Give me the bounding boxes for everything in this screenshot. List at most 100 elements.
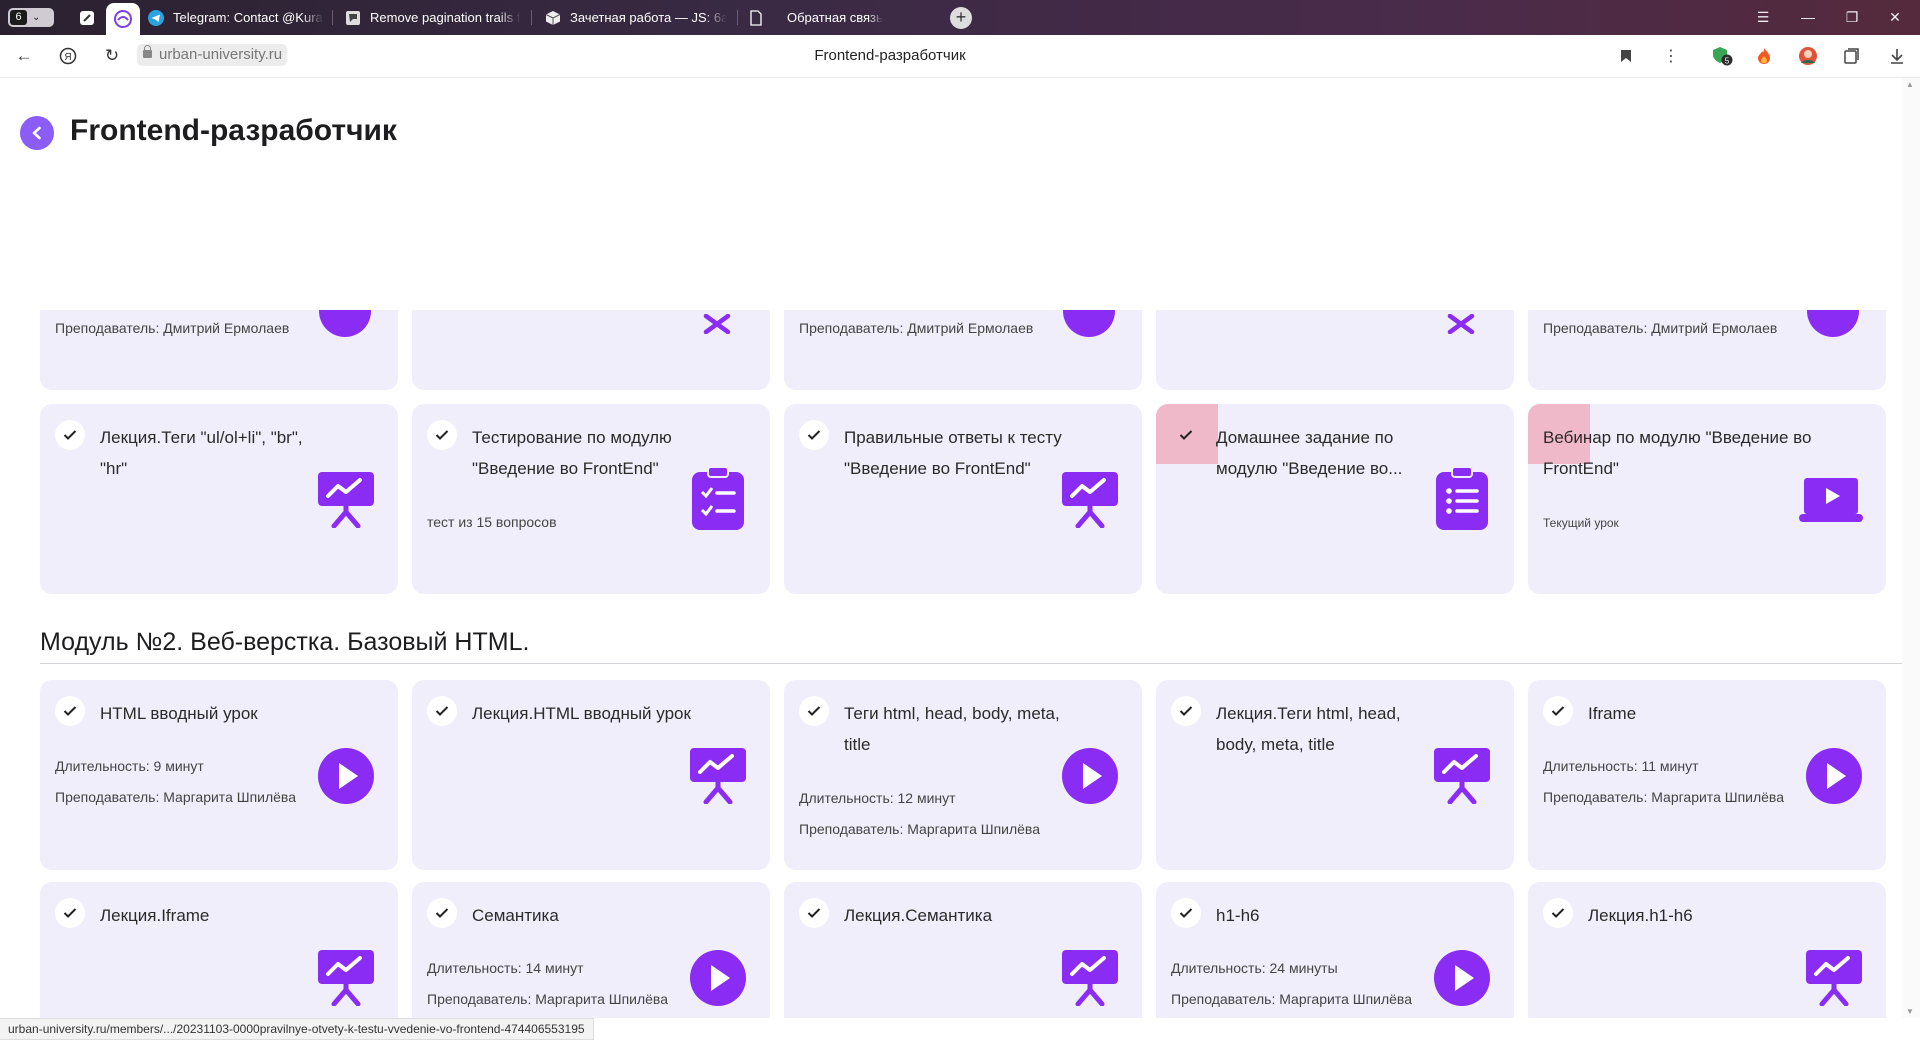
lesson-title[interactable]: Лекция.Теги html, head, body, meta, titl… xyxy=(1216,698,1441,760)
lesson-card[interactable]: Лекция.h1-h6 xyxy=(1528,882,1886,1018)
new-tab-button[interactable]: + xyxy=(950,7,972,29)
lesson-title[interactable]: Лекция.Семантика xyxy=(844,900,1069,931)
lesson-card[interactable]: Домашнее задание по модулю "Введение во.… xyxy=(1156,404,1514,594)
download-icon[interactable] xyxy=(1886,45,1908,67)
tab-remove-pagination[interactable]: Remove pagination trails fr xyxy=(345,6,521,29)
play-icon xyxy=(1806,310,1860,343)
close-icon[interactable]: ✕ xyxy=(1880,6,1910,28)
lesson-card[interactable]: Лекция.Семантика xyxy=(784,882,1142,1018)
lesson-card[interactable]: h1-h6 Длительность: 24 минуты Преподават… xyxy=(1156,882,1514,1018)
completed-check-icon xyxy=(427,898,457,928)
tab-separator xyxy=(737,10,738,25)
tab-zachetnaya-rabota[interactable]: Зачетная работа — JS: 6a xyxy=(545,6,727,29)
lesson-card[interactable]: Теги html, head, body, meta, title Длите… xyxy=(784,680,1142,870)
lesson-card[interactable]: Лекция.Iframe xyxy=(40,882,398,1018)
document-icon xyxy=(748,9,764,26)
play-icon xyxy=(1432,948,1492,1013)
presentation-icon xyxy=(702,313,732,339)
telegram-icon xyxy=(148,9,164,26)
lesson-card[interactable]: HTML вводный урок Длительность: 9 минут … xyxy=(40,680,398,870)
lesson-card[interactable]: Семантика Длительность: 14 минут Препода… xyxy=(412,882,770,1018)
avatar-extension-icon[interactable] xyxy=(1797,45,1819,67)
lesson-title[interactable]: Домашнее задание по модулю "Введение во.… xyxy=(1216,422,1441,484)
lesson-title[interactable]: Правильные ответы к тесту "Введение во F… xyxy=(844,422,1069,484)
lesson-title[interactable]: Iframe xyxy=(1588,698,1813,729)
lesson-title[interactable]: Семантика xyxy=(472,900,697,931)
presentation-icon xyxy=(688,746,748,809)
bookmark-icon[interactable] xyxy=(1615,45,1637,67)
lesson-meta: тест из 15 вопросов xyxy=(427,514,557,530)
more-options-icon[interactable]: ⋮ xyxy=(1660,45,1682,67)
menu-icon[interactable]: ☰ xyxy=(1748,6,1778,28)
shield-extension-icon[interactable]: 5 xyxy=(1711,45,1733,67)
tab-label: Telegram: Contact @Kurat xyxy=(173,10,324,25)
tab-telegram[interactable]: Telegram: Contact @Kurat xyxy=(148,6,324,29)
lesson-card[interactable]: Преподаватель: Дмитрий Ермолаев xyxy=(1528,310,1886,390)
lesson-card[interactable]: Лекция.Теги "ul/ol+li", "br", "hr" xyxy=(40,404,398,594)
lesson-title[interactable]: HTML вводный урок xyxy=(100,698,325,729)
tab-obratnaya-svyaz[interactable]: Обратная связь xyxy=(748,6,928,29)
tab-label: Remove pagination trails fr xyxy=(370,10,521,25)
lesson-title[interactable]: Лекция.Iframe xyxy=(100,900,325,931)
play-icon xyxy=(1062,310,1116,343)
scroll-up-icon[interactable]: ▲ xyxy=(1906,80,1914,89)
lesson-title[interactable]: h1-h6 xyxy=(1216,900,1441,931)
scroll-down-icon[interactable]: ▼ xyxy=(1906,1007,1914,1016)
play-icon xyxy=(688,948,748,1013)
current-lesson-label: Текущий урок xyxy=(1543,516,1619,530)
page-scrollbar[interactable]: ▲ ▼ xyxy=(1902,78,1920,1018)
presentation-icon xyxy=(1060,948,1120,1011)
completed-check-icon xyxy=(55,420,85,450)
play-icon xyxy=(1060,746,1120,811)
tab-count-button[interactable]: 6 ⌄ xyxy=(8,8,54,27)
teacher-text: Преподаватель: Дмитрий Ермолаев xyxy=(55,320,290,336)
lesson-title[interactable]: Вебинар по модулю "Введение во FrontEnd" xyxy=(1543,422,1813,484)
module-divider xyxy=(40,663,1902,664)
minimize-icon[interactable]: — xyxy=(1793,6,1823,28)
wordpress-forum-icon xyxy=(345,10,361,26)
presentation-icon xyxy=(1804,948,1864,1011)
urban-logo-icon xyxy=(114,10,132,28)
completed-check-icon xyxy=(55,898,85,928)
lesson-title[interactable]: Тестирование по модулю "Введение во Fron… xyxy=(472,422,697,484)
lesson-card[interactable]: Тестирование по модулю "Введение во Fron… xyxy=(412,404,770,594)
lesson-card[interactable]: Преподаватель: Дмитрий Ермолаев xyxy=(40,310,398,390)
presentation-icon xyxy=(1432,746,1492,809)
teacher-text: Преподаватель: Маргарита Шпилёва xyxy=(1543,789,1784,805)
pinned-tab-notes[interactable] xyxy=(76,7,98,29)
lessons-scroll-area[interactable]: Преподаватель: Дмитрий Ермолаев Преподав… xyxy=(0,310,1902,1018)
page-title: Frontend-разработчик xyxy=(70,114,397,147)
lesson-card[interactable]: Преподаватель: Дмитрий Ермолаев xyxy=(784,310,1142,390)
completed-check-icon xyxy=(427,696,457,726)
collections-icon[interactable] xyxy=(1841,45,1863,67)
play-icon xyxy=(316,746,376,811)
lesson-title[interactable]: Лекция.HTML вводный урок xyxy=(472,698,732,729)
flame-extension-icon[interactable] xyxy=(1753,45,1775,67)
clipboard-list-icon xyxy=(1434,466,1490,537)
lesson-title[interactable]: Лекция.Теги "ul/ol+li", "br", "hr" xyxy=(100,422,325,484)
back-button[interactable] xyxy=(20,116,54,150)
svg-text:5: 5 xyxy=(1725,57,1730,66)
restore-icon[interactable]: ❐ xyxy=(1837,6,1867,28)
pinned-tab-active[interactable] xyxy=(106,3,140,35)
completed-check-icon xyxy=(427,420,457,450)
lesson-title[interactable]: Лекция.h1-h6 xyxy=(1588,900,1813,931)
address-page-title[interactable]: Frontend-разработчик xyxy=(0,47,1780,64)
status-bar-url: urban-university.ru/members/.../20231103… xyxy=(0,1018,594,1040)
module-title: Модуль №2. Веб-верстка. Базовый HTML. xyxy=(40,628,530,656)
duration-text: Длительность: 14 минут xyxy=(427,960,584,976)
page-content: Frontend-разработчик Преподаватель: Дмит… xyxy=(0,78,1902,1018)
lesson-card-current[interactable]: Вебинар по модулю "Введение во FrontEnd"… xyxy=(1528,404,1886,594)
lesson-card[interactable]: Лекция.HTML вводный урок xyxy=(412,680,770,870)
lesson-card[interactable]: Правильные ответы к тесту "Введение во F… xyxy=(784,404,1142,594)
completed-check-icon xyxy=(1543,898,1573,928)
address-bar: ← Я ↻ urban-university.ru Frontend-разра… xyxy=(0,35,1920,78)
tab-separator xyxy=(332,10,333,25)
tab-count: 6 xyxy=(10,10,27,25)
chevron-left-icon xyxy=(32,126,41,140)
lesson-card[interactable] xyxy=(1156,310,1514,390)
lesson-card[interactable] xyxy=(412,310,770,390)
lesson-card[interactable]: Лекция.Теги html, head, body, meta, titl… xyxy=(1156,680,1514,870)
lesson-card[interactable]: Iframe Длительность: 11 минут Преподават… xyxy=(1528,680,1886,870)
lesson-title[interactable]: Теги html, head, body, meta, title xyxy=(844,698,1069,760)
